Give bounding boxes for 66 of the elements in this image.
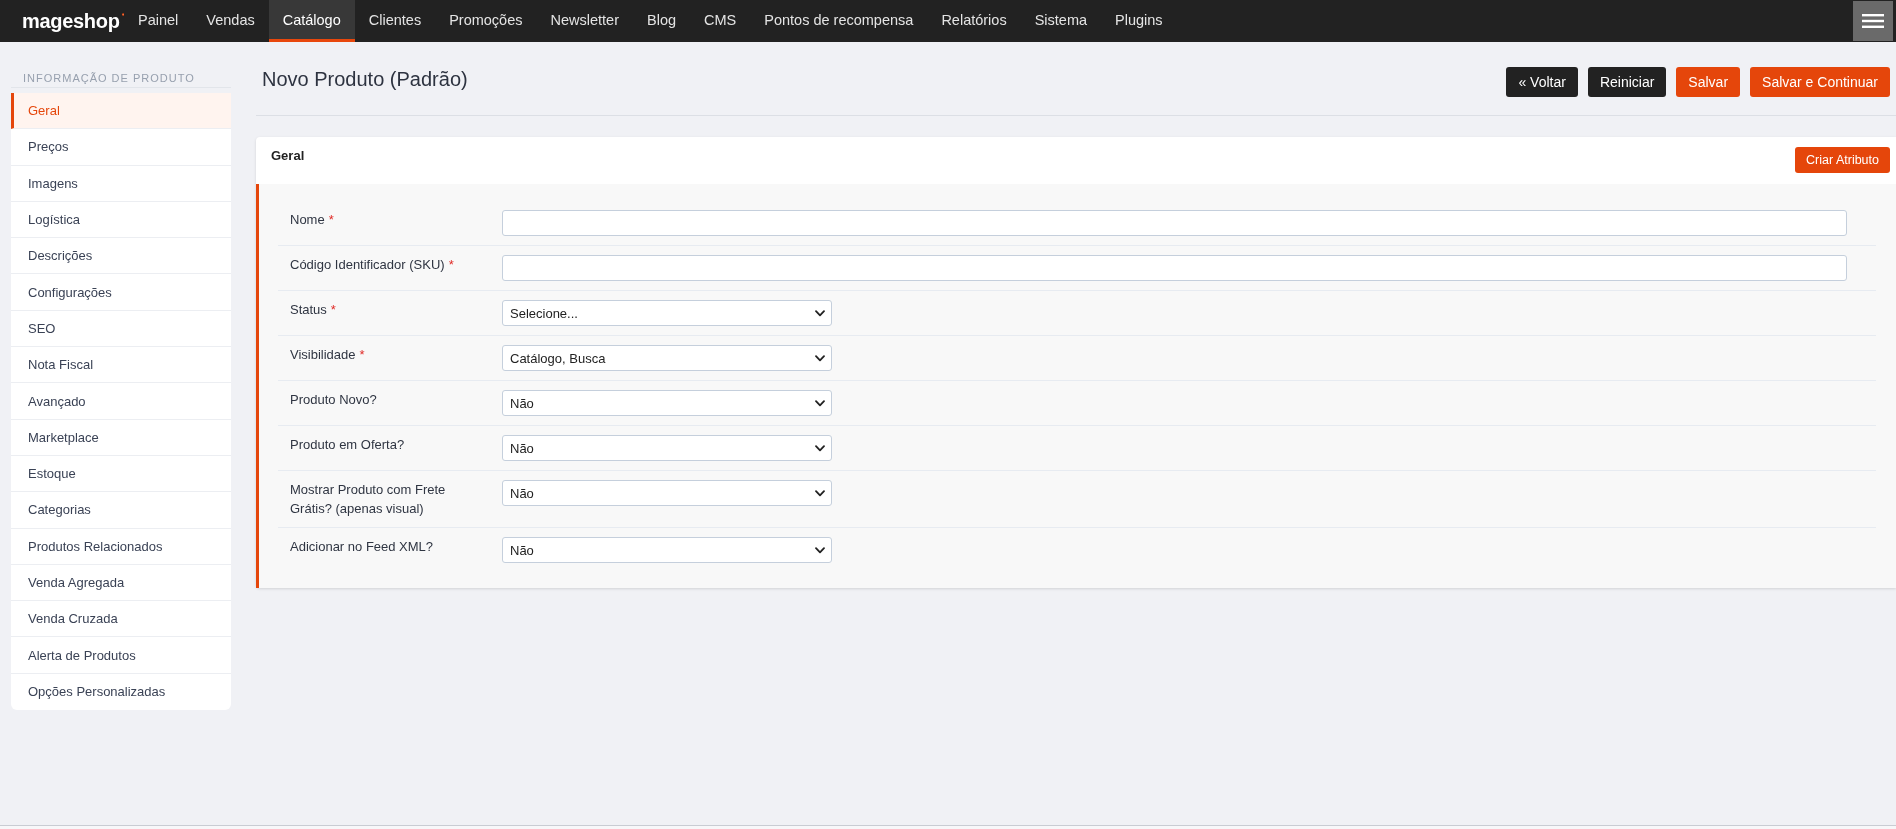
sidebar-heading: INFORMAÇÃO DE PRODUTO: [23, 72, 195, 84]
chevron-down-icon: [815, 354, 825, 362]
required-mark: *: [330, 302, 336, 317]
primary-button[interactable]: Salvar e Continuar: [1750, 66, 1890, 97]
sidebar-tab[interactable]: Opções Personalizadas: [11, 673, 231, 711]
sidebar-tab[interactable]: SEO: [11, 310, 231, 348]
field-label: Adicionar no Feed XML?: [290, 539, 434, 554]
nav-item[interactable]: Relatórios: [927, 0, 1021, 42]
chevron-down-icon: [815, 309, 825, 317]
field-label: Mostrar Produto com Frete Grátis? (apenas visual): [290, 482, 446, 516]
menu-button[interactable]: [1853, 1, 1893, 41]
sidebar-tab[interactable]: Nota Fiscal: [11, 347, 231, 384]
page-title: Novo Produto (Padrão): [262, 66, 468, 91]
nav-item[interactable]: Blog: [633, 0, 690, 42]
nav-item[interactable]: Vendas: [192, 0, 269, 42]
dropdown-field[interactable]: Não: [502, 480, 832, 506]
sidebar-tab[interactable]: Marketplace: [11, 419, 231, 456]
sidebar-tab[interactable]: Geral: [11, 93, 231, 130]
sidebar-tab[interactable]: Alerta de Produtos: [11, 637, 231, 674]
field-label: Status: [290, 302, 327, 317]
sidebar-tab[interactable]: Preços: [11, 129, 231, 166]
nav-item[interactable]: Plugins: [1101, 0, 1177, 42]
secondary-button[interactable]: Reiniciar: [1587, 66, 1667, 97]
sidebar-tab[interactable]: Categorias: [11, 492, 231, 529]
nav-item[interactable]: Newsletter: [536, 0, 633, 42]
dropdown-field[interactable]: Não: [502, 435, 832, 461]
dropdown-field[interactable]: Não: [502, 390, 832, 416]
chevron-down-icon: [815, 489, 825, 497]
nav-item[interactable]: Pontos de recompensa: [750, 0, 928, 42]
panel-title: Geral: [271, 148, 305, 163]
nav-item[interactable]: Painel: [124, 0, 193, 42]
dropdown-field[interactable]: Selecione...: [502, 300, 832, 326]
field-label: Código Identificador (SKU): [290, 257, 445, 272]
text-field[interactable]: [502, 210, 1847, 236]
nav-item[interactable]: Clientes: [354, 0, 436, 42]
dropdown-field[interactable]: Catálogo, Busca: [502, 345, 832, 371]
nav-item[interactable]: Sistema: [1020, 0, 1102, 42]
sidebar-tab[interactable]: Venda Cruzada: [11, 601, 231, 638]
text-field[interactable]: [502, 255, 1847, 281]
logo-text[interactable]: mageshop: [22, 9, 120, 33]
chevron-down-icon: [815, 546, 825, 554]
dropdown-field[interactable]: Não: [502, 537, 832, 563]
field-label: Produto Novo?: [290, 392, 377, 407]
required-mark: *: [328, 212, 334, 227]
menu-icon: [1862, 14, 1884, 28]
sidebar-tab[interactable]: Configurações: [11, 274, 231, 311]
primary-button[interactable]: Salvar: [1676, 66, 1741, 97]
sidebar-tab[interactable]: Descrições: [11, 238, 231, 275]
sidebar-tab[interactable]: Produtos Relacionados: [11, 528, 231, 565]
chevron-down-icon: [815, 444, 825, 452]
create-attribute-button[interactable]: Criar Atributo: [1795, 147, 1890, 173]
required-mark: *: [448, 257, 454, 272]
field-label: Visibilidade: [290, 347, 356, 362]
sidebar-tab[interactable]: Venda Agregada: [11, 564, 231, 602]
required-mark: *: [359, 347, 365, 362]
sidebar-tab[interactable]: Imagens: [11, 165, 231, 202]
field-label: Nome: [290, 212, 325, 227]
field-label: Produto em Oferta?: [290, 437, 405, 452]
secondary-button[interactable]: « Voltar: [1506, 66, 1578, 97]
chevron-down-icon: [815, 399, 825, 407]
nav-item[interactable]: CMS: [690, 0, 751, 42]
nav-item[interactable]: Promoções: [435, 0, 537, 42]
sidebar-tab[interactable]: Estoque: [11, 455, 231, 493]
sidebar-tab[interactable]: Logística: [11, 201, 231, 239]
nav-item[interactable]: Catálogo: [268, 0, 355, 42]
sidebar-tab[interactable]: Avançado: [11, 383, 231, 420]
